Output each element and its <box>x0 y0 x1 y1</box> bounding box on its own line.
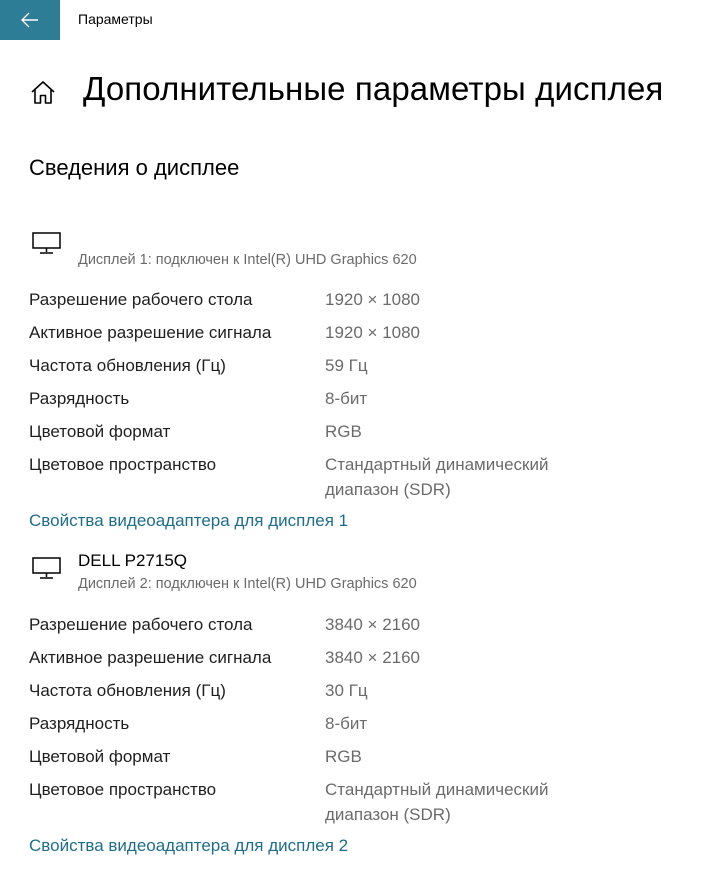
page-title: Дополнительные параметры дисплея <box>83 70 664 107</box>
arrow-left-icon <box>21 12 39 28</box>
info-label: Разрешение рабочего стола <box>29 290 253 309</box>
info-row: Разрядность 8-бит <box>0 386 703 419</box>
info-label: Цветовой формат <box>29 747 171 766</box>
info-label: Разрядность <box>29 714 130 733</box>
info-label: Цветовой формат <box>29 422 171 441</box>
info-row: Частота обновления (Гц) 59 Гц <box>0 353 703 386</box>
info-label: Разрядность <box>29 389 130 408</box>
info-label: Разрешение рабочего стола <box>29 615 253 634</box>
back-button[interactable] <box>0 0 60 40</box>
info-value: 3840 × 2160 <box>325 615 421 634</box>
info-row: Разрешение рабочего стола 1920 × 1080 <box>0 287 703 320</box>
display-connection: Дисплей 2: подключен к Intel(R) UHD Grap… <box>78 576 417 592</box>
info-value: RGB <box>325 747 362 766</box>
info-value: Стандартный динамический диапазон (SDR) <box>325 780 549 824</box>
info-row: Разрядность 8-бит <box>0 711 703 744</box>
info-value: 1920 × 1080 <box>325 290 421 309</box>
info-value: 8-бит <box>325 714 368 733</box>
info-label: Частота обновления (Гц) <box>29 681 226 700</box>
info-label: Цветовое пространство <box>29 455 217 474</box>
info-row: Активное разрешение сигнала 1920 × 1080 <box>0 320 703 353</box>
info-label: Активное разрешение сигнала <box>29 648 272 667</box>
info-value: 3840 × 2160 <box>325 648 421 667</box>
home-icon[interactable] <box>30 80 56 106</box>
info-row: Активное разрешение сигнала 3840 × 2160 <box>0 645 703 678</box>
info-value: 1920 × 1080 <box>325 323 421 342</box>
info-row: Частота обновления (Гц) 30 Гц <box>0 678 703 711</box>
adapter-properties-link-1[interactable]: Свойства видеоадаптера для дисплея 1 <box>29 511 348 531</box>
monitor-icon <box>31 556 63 580</box>
display-connection: Дисплей 1: подключен к Intel(R) UHD Grap… <box>78 252 417 268</box>
adapter-properties-link-2[interactable]: Свойства видеоадаптера для дисплея 2 <box>29 836 348 856</box>
info-value: RGB <box>325 422 362 441</box>
window-title: Параметры <box>78 11 153 27</box>
info-label: Частота обновления (Гц) <box>29 356 226 375</box>
info-row: Цветовой формат RGB <box>0 744 703 777</box>
info-row: Цветовое пространство Стандартный динами… <box>0 452 703 504</box>
info-row: Цветовое пространство Стандартный динами… <box>0 777 703 829</box>
info-row: Разрешение рабочего стола 3840 × 2160 <box>0 612 703 645</box>
info-value: 8-бит <box>325 389 368 408</box>
title-bar: Параметры <box>0 0 703 40</box>
monitor-icon <box>31 231 63 255</box>
section-title: Сведения о дисплее <box>29 155 240 180</box>
info-label: Цветовое пространство <box>29 780 217 799</box>
info-value: Стандартный динамический диапазон (SDR) <box>325 455 549 499</box>
settings-page: Параметры Дополнительные параметры диспл… <box>0 0 703 878</box>
display-name: DELL P2715Q <box>78 551 187 570</box>
info-value: 59 Гц <box>325 356 368 375</box>
info-value: 30 Гц <box>325 681 368 700</box>
info-row: Цветовой формат RGB <box>0 419 703 452</box>
info-label: Активное разрешение сигнала <box>29 323 272 342</box>
